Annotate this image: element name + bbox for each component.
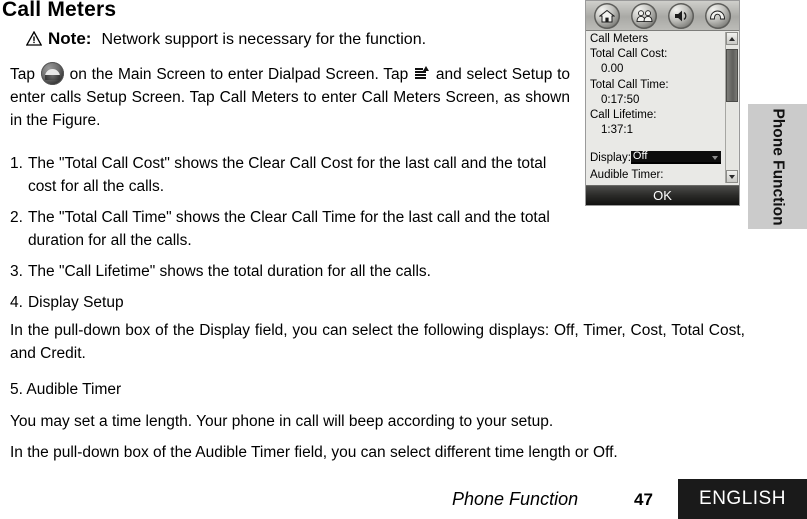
audible-timer-field-label: Audible Timer: [590,169,664,181]
intro-text-part2: on the Main Screen to enter Dialpad Scre… [69,66,409,83]
end-call-icon[interactable] [40,62,64,85]
intro-paragraph: Tap on the Main Screen to enter Dialpad … [10,62,570,132]
audible-timer-description-2: In the pull-down box of the Audible Time… [10,444,618,461]
side-tab-label: Phone Function [769,107,787,226]
page-title: Call Meters [2,0,117,21]
home-icon[interactable] [594,2,621,29]
list-item-number: 2. [10,209,23,226]
end-call-icon[interactable] [704,2,731,29]
call-lifetime-value: 1:37:1 [601,124,633,137]
display-select-value: Off [632,150,648,162]
note-label: Note: [48,29,92,48]
page-number: 47 [634,490,653,509]
contacts-icon[interactable] [631,2,658,29]
display-setup-description: In the pull-down box of the Display fiel… [10,322,745,362]
audible-timer-description-1: You may set a time length. Your phone in… [10,413,554,430]
list-item-number: 1. [10,155,23,172]
list-item-text: The "Call Lifetime" shows the total dura… [27,263,431,280]
footer-chapter: Phone Function [452,489,579,509]
language-badge: ENGLISH [678,479,807,519]
scrollbar-track[interactable] [726,45,738,170]
sound-icon[interactable] [667,2,694,29]
list-item: 1. The "Total Call Cost" shows the Clear… [10,152,575,198]
intro-text-part1: Tap [10,66,35,83]
total-call-time-value: 0:17:50 [601,93,640,106]
list-item-text: The "Total Call Time" shows the Clear Ca… [27,209,550,249]
device-screen-text: Call Meters Total Call Cost: 0.00 Total … [590,32,721,138]
scroll-down-arrow-icon[interactable] [726,170,738,183]
total-call-cost-value: 0.00 [601,63,624,76]
device-screen-body: Call Meters Total Call Cost: 0.00 Total … [586,31,739,184]
scroll-up-arrow-icon[interactable] [726,32,738,45]
list-item: 3. The "Call Lifetime" shows the total d… [10,260,575,283]
footer: Phone Function 47 ENGLISH [0,479,807,519]
list-item: 4. Display Setup [10,291,575,314]
call-lifetime-label: Call Lifetime: [590,109,657,122]
chevron-down-icon [712,156,718,160]
device-scrollbar[interactable] [725,32,738,183]
note-text: Network support is necessary for the fun… [101,31,427,48]
setup-menu-icon[interactable] [415,66,430,81]
device-screen-title: Call Meters [590,33,649,45]
note-block: Note: Network support is necessary for t… [25,29,427,49]
total-call-cost-label: Total Call Cost: [590,48,668,61]
list-item-number: 3. [10,263,23,280]
list-item-text: The "Total Call Cost" shows the Clear Ca… [27,155,547,195]
device-toolbar [586,1,739,31]
scrollbar-thumb[interactable] [726,49,738,102]
ok-button[interactable]: OK [586,185,739,205]
display-field-row: Display: Off [590,150,721,164]
list-item-number: 4. [10,294,23,311]
audible-timer-heading: 5. Audible Timer [10,381,122,398]
device-screenshot: Call Meters Total Call Cost: 0.00 Total … [585,0,740,206]
list-item-text: Display Setup [27,294,124,311]
display-select[interactable]: Off [630,150,721,164]
side-tab-phone-function: Phone Function [748,104,807,229]
display-field-label: Display: [590,151,631,164]
warning-triangle-icon [25,30,43,46]
total-call-time-label: Total Call Time: [590,78,669,91]
list-item: 2. The "Total Call Time" shows the Clear… [10,206,575,252]
